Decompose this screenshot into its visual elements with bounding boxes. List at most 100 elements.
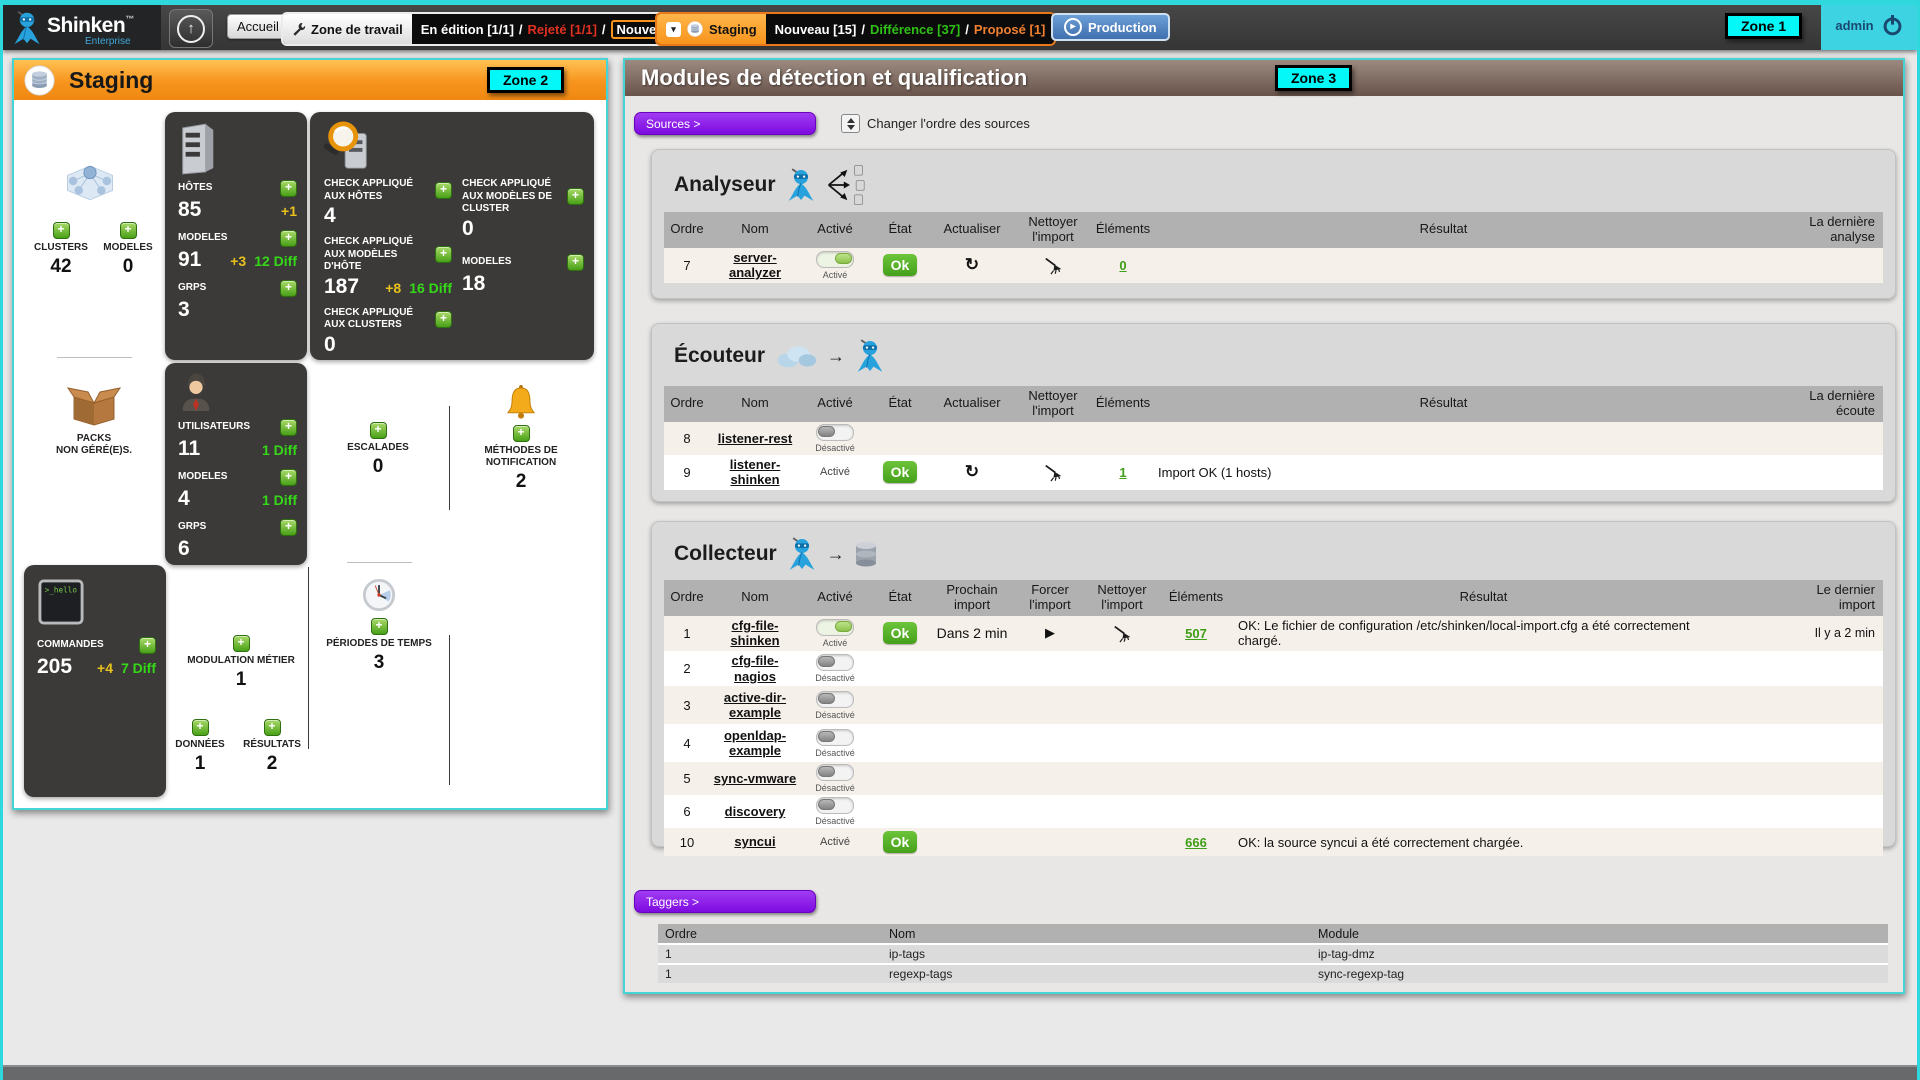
add-icon[interactable]: + (280, 230, 297, 247)
source-name-link[interactable]: listener-shinken (712, 457, 798, 488)
tile-row: GRPS+ 3 (178, 280, 297, 321)
sort-order-icon[interactable] (841, 114, 860, 133)
status-proposed-count[interactable]: Proposé [1] (974, 22, 1046, 37)
status-rejected[interactable]: Rejeté [1/1] (528, 22, 597, 37)
svg-text:>_hello: >_hello (45, 585, 78, 594)
source-name-link[interactable]: discovery (725, 804, 786, 820)
modules-panel-body: Sources > Changer l'ordre des sources An… (625, 96, 1903, 992)
collecteur-title: Collecteur → (674, 536, 877, 572)
source-name-link[interactable]: cfg-file-shinken (712, 618, 798, 649)
toggle-switch[interactable] (816, 797, 854, 814)
add-icon[interactable]: + (139, 637, 156, 654)
col-header: État (870, 219, 930, 240)
add-icon[interactable]: + (280, 469, 297, 486)
source-name-link[interactable]: listener-rest (718, 431, 792, 447)
database-icon (687, 21, 703, 37)
source-name-link[interactable]: server-analyzer (712, 250, 798, 281)
staging-menu[interactable]: ▾ Staging Nouveau [15] / Différence [37]… (655, 12, 1056, 46)
add-icon[interactable]: + (53, 222, 70, 239)
divider (308, 567, 309, 749)
toggle-switch[interactable] (816, 654, 854, 671)
collecteur-table: Ordre Nom Activé État Prochain import Fo… (664, 580, 1883, 856)
add-icon[interactable]: + (280, 419, 297, 436)
source-name-link[interactable]: openldap-example (712, 728, 798, 759)
toggle-switch[interactable] (816, 729, 854, 746)
elements-link[interactable]: 0 (1119, 258, 1126, 273)
add-icon[interactable]: + (233, 635, 250, 652)
clean-import-icon[interactable] (1113, 624, 1132, 643)
add-icon[interactable]: + (435, 182, 452, 199)
add-icon[interactable]: + (280, 180, 297, 197)
zone2-button[interactable]: Zone 2 (487, 67, 564, 93)
clean-import-icon[interactable] (1044, 256, 1063, 275)
toggle-switch[interactable] (816, 619, 854, 636)
stat-clusters-modeles: + MODELES 0 (95, 222, 161, 278)
row-diff: 1 Diff (262, 442, 297, 458)
table-row: 2 cfg-file-nagios Désactivé (664, 651, 1883, 686)
zone3-button[interactable]: Zone 3 (1275, 65, 1352, 91)
toggle-switch[interactable] (816, 764, 854, 781)
add-icon[interactable]: + (435, 246, 452, 263)
status-editing[interactable]: En édition [1/1] (421, 22, 514, 37)
refresh-icon[interactable]: ↻ (965, 255, 979, 275)
add-icon[interactable]: + (280, 519, 297, 536)
workzone-label-segment[interactable]: Zone de travail (283, 14, 412, 44)
row-resultat: OK: Le fichier de configuration /etc/shi… (1234, 616, 1733, 650)
add-icon[interactable]: + (371, 618, 388, 635)
add-icon[interactable]: + (280, 280, 297, 297)
source-name-link[interactable]: cfg-file-nagios (712, 653, 798, 684)
checks-tile: CHECK APPLIQUÉ AUX HÔTES+ 4 CHECK APPLIQ… (310, 112, 594, 360)
server-icon (177, 122, 219, 176)
brand-subtitle: Enterprise (85, 36, 131, 47)
add-icon[interactable]: + (120, 222, 137, 239)
add-icon[interactable]: + (567, 254, 584, 271)
add-icon[interactable]: + (192, 719, 209, 736)
col-header: Ordre (658, 925, 882, 943)
production-button[interactable]: ▸ Production (1051, 13, 1170, 41)
chevron-down-icon[interactable]: ▾ (666, 22, 681, 37)
elements-link[interactable]: 507 (1185, 626, 1207, 641)
stat-label: MODULATION MÉTIER (187, 655, 295, 667)
status-new-count[interactable]: Nouveau [15] (775, 22, 857, 37)
refresh-icon[interactable]: ↻ (965, 462, 979, 482)
row-ordre: 9 (664, 463, 710, 482)
username[interactable]: admin (1835, 18, 1873, 33)
elements-link[interactable]: 666 (1185, 835, 1207, 850)
force-import-icon[interactable]: ▶ (1045, 625, 1055, 641)
elements-link[interactable]: 1 (1119, 465, 1126, 480)
clean-import-icon[interactable] (1044, 463, 1063, 482)
add-icon[interactable]: + (567, 188, 584, 205)
row-label: CHECK APPLIQUÉ AUX MODÈLES DE CLUSTER (462, 178, 567, 216)
col-header: Nom (710, 393, 800, 414)
arrow-right-icon: → (827, 346, 845, 367)
sources-button[interactable]: Sources > (634, 112, 816, 135)
taggers-button[interactable]: Taggers > (634, 890, 816, 913)
toggle-switch[interactable] (816, 424, 854, 441)
screen: Shinken™ Enterprise ↑ Accueil Zone de tr… (0, 0, 1920, 1080)
source-name-link[interactable]: syncui (734, 834, 775, 850)
add-icon[interactable]: + (370, 422, 387, 439)
row-ordre: 3 (664, 696, 710, 715)
toggle-switch[interactable] (816, 251, 854, 268)
workzone-menu[interactable]: Zone de travail En édition [1/1] / Rejet… (281, 12, 708, 46)
scroll-top-button[interactable]: ↑ (169, 9, 213, 48)
add-icon[interactable]: + (435, 311, 452, 328)
source-name-link[interactable]: sync-vmware (714, 771, 796, 787)
chevron-right-icon: ▸ (1064, 18, 1082, 36)
toggle-switch[interactable] (816, 691, 854, 708)
toggle-label: Désactivé (815, 783, 855, 793)
source-name-link[interactable]: active-dir-example (712, 690, 798, 721)
zone1-button[interactable]: Zone 1 (1725, 13, 1802, 39)
bell-icon (505, 384, 537, 420)
add-icon[interactable]: + (513, 425, 530, 442)
stat-label: PÉRIODES DE TEMPS (326, 638, 432, 650)
toggle-label: Désactivé (815, 816, 855, 826)
app-logo[interactable]: Shinken™ Enterprise (3, 5, 161, 50)
status-difference-count[interactable]: Différence [37] (870, 22, 960, 37)
staging-label-segment[interactable]: ▾ Staging (657, 14, 766, 44)
col-header: Ordre (664, 587, 710, 608)
power-icon[interactable] (1882, 14, 1903, 37)
add-icon[interactable]: + (264, 719, 281, 736)
separator: / (861, 22, 865, 37)
home-button[interactable]: Accueil (227, 14, 289, 39)
